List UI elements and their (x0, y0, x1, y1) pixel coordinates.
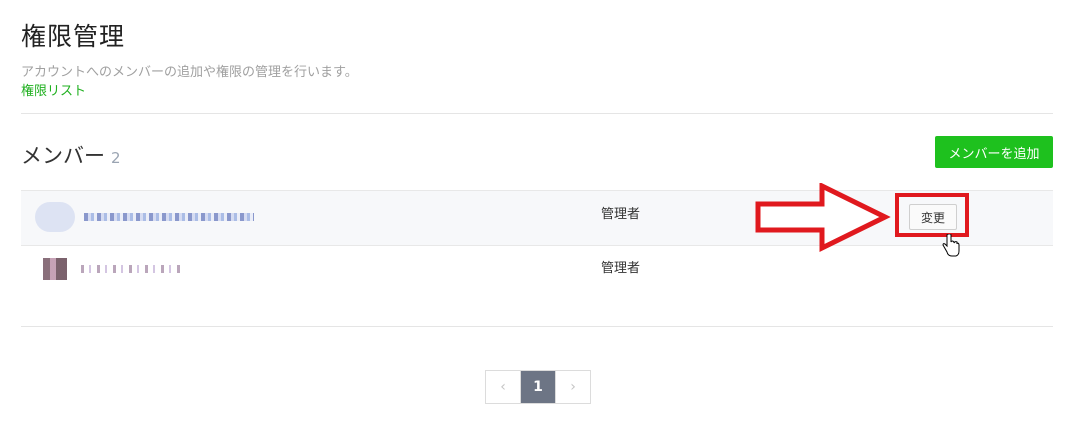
avatar (43, 258, 67, 280)
change-button-highlight: 変更 (895, 193, 969, 237)
pagination-page-1[interactable]: 1 (520, 371, 555, 403)
pagination-prev-button[interactable]: ‹ (486, 371, 520, 403)
members-count: 2 (111, 149, 121, 167)
member-role: 管理者 (601, 207, 641, 222)
permissions-list-link[interactable]: 権限リスト (21, 80, 86, 99)
members-title-text: メンバー (21, 144, 105, 168)
page-description: アカウントへのメンバーの追加や権限の管理を行います。 (21, 65, 358, 80)
member-name-redacted (84, 213, 254, 221)
member-name-redacted (81, 265, 181, 273)
avatar (35, 202, 75, 232)
divider (21, 326, 1053, 327)
member-row: 管理者 (21, 245, 1053, 299)
divider (21, 113, 1053, 114)
add-member-button[interactable]: メンバーを追加 (935, 136, 1053, 168)
member-row: 管理者 変更 (21, 190, 1053, 246)
members-section-title: メンバー 2 (21, 140, 121, 170)
change-role-button[interactable]: 変更 (909, 204, 957, 230)
page-title: 権限管理 (21, 22, 126, 51)
member-role: 管理者 (601, 261, 641, 276)
hand-cursor-icon (942, 234, 960, 257)
pagination-next-button[interactable]: › (555, 371, 590, 403)
arrow-right-icon (755, 183, 891, 253)
pagination: ‹ 1 › (485, 370, 591, 404)
